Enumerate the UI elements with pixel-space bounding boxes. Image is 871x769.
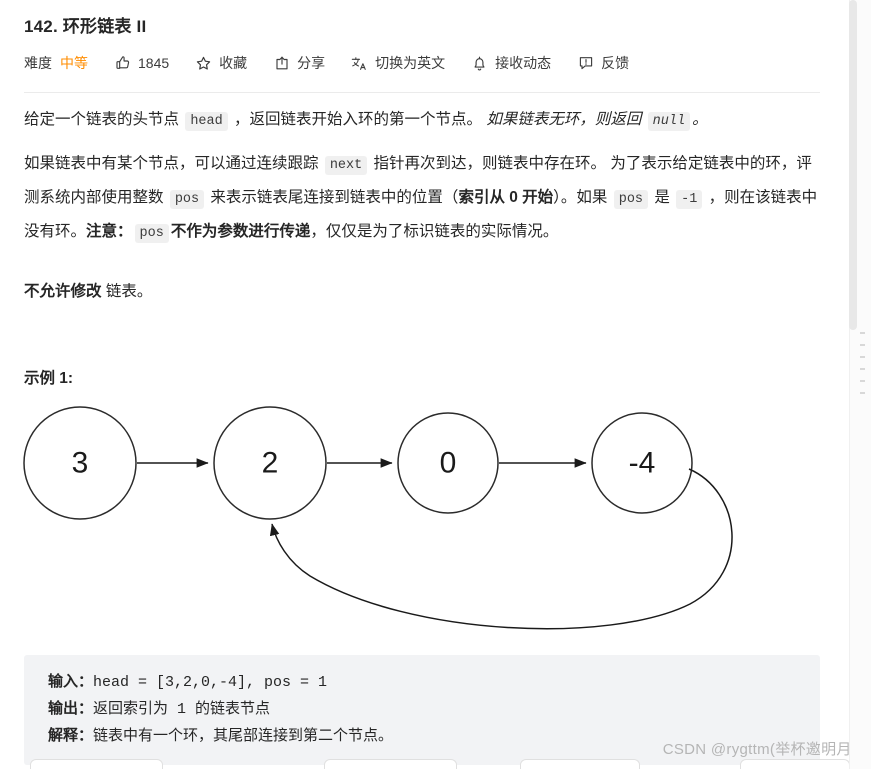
code-chip-pos-1: pos: [169, 190, 205, 209]
share-icon: [273, 55, 290, 72]
node-label-0: 3: [72, 447, 89, 480]
p1-text-a: 给定一个链表的头节点: [24, 111, 184, 128]
share-button[interactable]: 分享: [273, 53, 325, 73]
bottom-button-3[interactable]: [520, 759, 640, 769]
code-chip-pos-2: pos: [613, 190, 649, 209]
like-count: 1845: [138, 55, 170, 71]
code-line-input-key: 输入：: [48, 674, 94, 691]
p1-italic-a: 如果链表无环，则返回: [486, 111, 646, 128]
feedback-label: 反馈: [601, 55, 630, 71]
code-line-input-value: head = [3,2,0,-4], pos = 1: [93, 674, 328, 691]
example-heading: 示例 1:: [24, 370, 74, 387]
p2-text-e: 是: [650, 189, 675, 206]
translate-label: 切换为英文: [375, 55, 446, 71]
header-divider: [24, 92, 820, 93]
favorite-label: 收藏: [219, 55, 248, 71]
code-line-output-key: 输出：: [48, 701, 94, 718]
p2-bold-notparam: 不作为参数进行传递: [170, 223, 311, 240]
csdn-watermark: CSDN @rygttm(举杯邀明月): [662, 741, 857, 758]
favorite-button[interactable]: 收藏: [195, 53, 247, 73]
p2-text-d: ）。如果: [553, 189, 612, 206]
star-icon: [195, 55, 212, 72]
feedback-icon: [577, 55, 594, 72]
feedback-button[interactable]: 反馈: [577, 53, 629, 73]
problem-page: 142. 环形链表 II 难度 中等 1845 收藏 分享 切换为英文 接收动态…: [0, 0, 871, 769]
description-paragraph-3: 不允许修改 链表。: [24, 278, 152, 306]
translate-icon: [351, 55, 368, 72]
code-line-explain-value: 链表中有一个环，其尾部连接到第二个节点。: [93, 728, 394, 745]
code-line-explain-key: 解释：: [48, 728, 94, 745]
p1-italic-b: 。: [692, 111, 708, 128]
node-label-2: 0: [440, 447, 457, 480]
code-line-input: 输入：head = [3,2,0,-4], pos = 1: [48, 669, 820, 696]
like-button[interactable]: 1845: [114, 55, 169, 72]
difficulty-group: 难度 中等: [24, 53, 88, 73]
problem-description: 给定一个链表的头节点 head ，返回链表开始入环的第一个节点。 如果链表无环，…: [24, 104, 824, 260]
share-label: 分享: [297, 55, 326, 71]
subscribe-label: 接收动态: [495, 55, 552, 71]
page-title: 142. 环形链表 II: [24, 17, 147, 36]
difficulty-label: 难度: [24, 55, 52, 71]
description-paragraph-1: 给定一个链表的头节点 head ，返回链表开始入环的第一个节点。 如果链表无环，…: [24, 104, 824, 138]
bell-icon: [471, 55, 488, 72]
problem-meta-bar: 难度 中等 1845 收藏 分享 切换为英文 接收动态 反馈: [24, 52, 655, 74]
description-paragraph-2: 如果链表中有某个节点，可以通过连续跟踪 next 指针再次到达，则链表中存在环。…: [24, 148, 824, 250]
node-label-1: 2: [262, 447, 279, 480]
p2-text-c: 来表示链表尾连接到链表中的位置（: [206, 189, 459, 206]
scrollbar-thumb[interactable]: [849, 0, 857, 330]
p1-text-b: ，返回链表开始入环的第一个节点。: [229, 111, 487, 128]
p2-bold-note: 注意：: [86, 223, 133, 240]
code-chip-next: next: [324, 156, 368, 175]
p3-bold: 不允许修改: [24, 283, 102, 300]
code-chip-pos-3: pos: [134, 224, 169, 243]
node-label-3: -4: [629, 447, 656, 480]
code-chip-null: null: [647, 112, 691, 131]
bottom-action-bar: [0, 759, 871, 769]
p3-rest: 链表。: [101, 283, 153, 300]
difficulty-value: 中等: [60, 55, 88, 71]
subscribe-button[interactable]: 接收动态: [471, 53, 551, 73]
p2-bold-index: 索引从 0 开始: [458, 189, 554, 206]
linked-list-cycle-diagram: 3 2 0 -4: [10, 396, 800, 646]
bottom-button-4[interactable]: [740, 759, 850, 769]
code-line-output: 输出：返回索引为 1 的链表节点: [48, 696, 820, 723]
code-chip-minus-one: -1: [676, 190, 703, 209]
panel-resize-handle[interactable]: [858, 332, 866, 394]
translate-button[interactable]: 切换为英文: [351, 53, 445, 73]
bottom-button-1[interactable]: [30, 759, 163, 769]
code-line-output-value: 返回索引为 1 的链表节点: [93, 701, 271, 718]
p2-text-g: ，仅仅是为了标识链表的实际情况。: [310, 223, 559, 240]
p2-text-a: 如果链表中有某个节点，可以通过连续跟踪: [24, 155, 323, 172]
bottom-button-2[interactable]: [324, 759, 457, 769]
code-chip-head: head: [185, 112, 228, 131]
thumbs-up-icon: [114, 55, 131, 72]
